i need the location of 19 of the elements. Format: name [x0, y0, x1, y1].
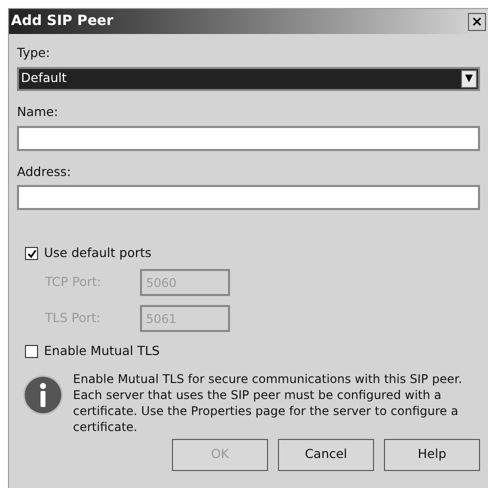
dropdown-value: Default [21, 69, 68, 88]
dialog-button[interactable]: Help [384, 438, 480, 471]
address-label: Address: [17, 162, 72, 180]
info-icon [23, 374, 63, 415]
checkbox[interactable] [25, 344, 38, 358]
window-title: Add SIP Peer [11, 12, 114, 31]
name-field[interactable] [17, 126, 480, 150]
checkbox-label: Enable Mutual TLS [44, 342, 160, 360]
checkbox[interactable] [25, 247, 38, 260]
address-field[interactable] [17, 185, 480, 210]
type-dropdown[interactable]: Default ▼ [17, 66, 480, 91]
name-label: Name: [17, 102, 60, 121]
port-label: TCP Port: [45, 273, 102, 292]
info-text: Enable Mutual TLS for secure communications with this SIP peer. Each server that uses the SIP peer must be configured with a certificate. Use the Properties page for the server to configure a certificate. [73, 370, 464, 435]
type-label: Type: [17, 44, 51, 62]
close-button[interactable]: × [468, 12, 486, 30]
dialog-button[interactable]: Cancel [278, 438, 374, 471]
checkbox-label: Use default ports [44, 244, 152, 262]
port-label: TLS Port: [45, 309, 102, 328]
